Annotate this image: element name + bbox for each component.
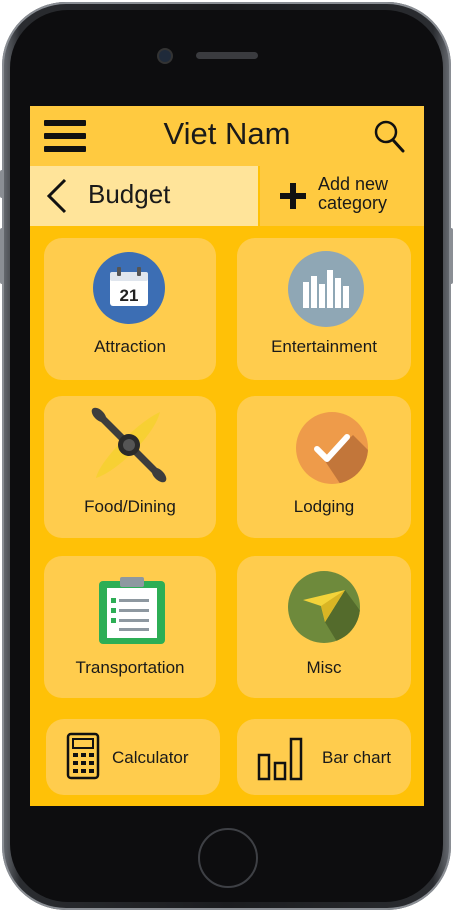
bar-graph-icon (288, 251, 364, 327)
tile-label: Entertainment (271, 337, 377, 356)
earpiece-speaker (196, 52, 258, 59)
tile-label: Calculator (112, 748, 189, 767)
tile-food-dining[interactable]: Food/Dining (44, 396, 216, 538)
app-screen: Viet Nam Budget Add new category 21 Attr… (30, 106, 424, 806)
add-label-line2: category (318, 193, 388, 213)
search-icon[interactable] (373, 119, 405, 153)
add-category-label: Add new category (318, 175, 418, 213)
tile-lodging[interactable]: Lodging (237, 396, 411, 538)
back-button[interactable]: Budget (30, 166, 258, 226)
top-bar: Viet Nam (30, 106, 424, 166)
tile-attraction[interactable]: 21 Attraction (44, 238, 216, 380)
clipboard-icon (99, 577, 165, 644)
tile-misc[interactable]: Misc (237, 556, 411, 698)
check-icon (296, 412, 368, 484)
calculator-icon (66, 732, 100, 780)
volume-down-button (0, 228, 4, 284)
page-title: Viet Nam (163, 116, 291, 151)
plus-icon (280, 183, 306, 209)
front-camera (159, 50, 171, 62)
chevron-left-icon (46, 178, 67, 214)
calculator-button[interactable]: Calculator (46, 719, 220, 795)
tile-transportation[interactable]: Transportation (44, 556, 216, 698)
sub-header: Budget Add new category (30, 166, 424, 226)
tile-label: Bar chart (322, 748, 391, 767)
power-button (449, 228, 453, 284)
tile-label: Lodging (293, 497, 355, 516)
add-category-button[interactable]: Add new category (260, 166, 424, 226)
bar-chart-button[interactable]: Bar chart (237, 719, 411, 795)
home-button[interactable] (198, 828, 258, 888)
tile-label: Attraction (94, 337, 166, 356)
add-label-line1: Add new (318, 174, 389, 194)
tile-label: Transportation (75, 658, 185, 677)
tile-label: Misc (306, 658, 342, 677)
section-title: Budget (88, 179, 171, 209)
volume-up-button (0, 170, 4, 198)
calendar-icon: 21 (93, 252, 165, 324)
bar-chart-icon (257, 737, 303, 781)
kayak-paddle-icon (91, 407, 167, 483)
paper-plane-icon (288, 571, 360, 643)
tile-label: Food/Dining (84, 497, 176, 516)
tile-entertainment[interactable]: Entertainment (237, 238, 411, 380)
calendar-day: 21 (120, 286, 139, 305)
